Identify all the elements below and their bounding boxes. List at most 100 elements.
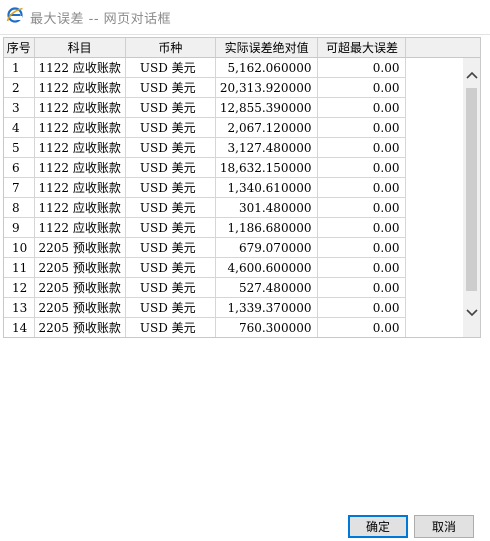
cancel-button[interactable]: 取消 bbox=[414, 515, 474, 538]
error-table: 序号 科目 币种 实际误差绝对值 可超最大误差 1 1122 应收账款 USD 美元… bbox=[4, 38, 407, 337]
cell-currency[interactable]: USD 美元 bbox=[125, 297, 216, 318]
cell-currency[interactable]: USD 美元 bbox=[125, 157, 216, 178]
table-row[interactable]: 9 1122 应收账款 USD 美元 1,186.680000 0.00 bbox=[4, 217, 407, 238]
table-row[interactable]: 6 1122 应收账款 USD 美元 18,632.150000 0.00 bbox=[4, 157, 407, 178]
cell-max-error[interactable]: 0.00 bbox=[317, 137, 407, 158]
window-title: 最大误差 -- 网页对话框 bbox=[30, 12, 172, 27]
cell-actual-error[interactable]: 18,632.150000 bbox=[215, 157, 319, 178]
cell-no[interactable]: 9 bbox=[4, 217, 35, 238]
cell-no[interactable]: 8 bbox=[4, 197, 35, 218]
cell-currency[interactable]: USD 美元 bbox=[125, 57, 216, 78]
cell-no[interactable]: 10 bbox=[4, 237, 35, 258]
cell-currency[interactable]: USD 美元 bbox=[125, 137, 216, 158]
cell-actual-error[interactable]: 1,186.680000 bbox=[215, 217, 319, 238]
cell-subject[interactable]: 1122 应收账款 bbox=[34, 97, 126, 118]
cell-actual-error[interactable]: 760.300000 bbox=[215, 317, 319, 337]
table-row[interactable]: 12 2205 预收账款 USD 美元 527.480000 0.00 bbox=[4, 277, 407, 298]
scroll-thumb[interactable] bbox=[466, 88, 477, 291]
cell-actual-error[interactable]: 2,067.120000 bbox=[215, 117, 319, 138]
cell-subject[interactable]: 2205 预收账款 bbox=[34, 277, 126, 298]
cell-currency[interactable]: USD 美元 bbox=[125, 277, 216, 298]
cell-currency[interactable]: USD 美元 bbox=[125, 77, 216, 98]
col-header-subject[interactable]: 科目 bbox=[34, 38, 126, 58]
cell-actual-error[interactable]: 1,339.370000 bbox=[215, 297, 319, 318]
cell-no[interactable]: 5 bbox=[4, 137, 35, 158]
vertical-scrollbar[interactable] bbox=[463, 58, 480, 337]
table-row[interactable]: 5 1122 应收账款 USD 美元 3,127.480000 0.00 bbox=[4, 137, 407, 158]
cell-actual-error[interactable]: 20,313.920000 bbox=[215, 77, 319, 98]
cell-max-error[interactable]: 0.00 bbox=[317, 317, 407, 337]
cell-currency[interactable]: USD 美元 bbox=[125, 237, 216, 258]
scroll-up-button[interactable] bbox=[463, 66, 480, 83]
cell-currency[interactable]: USD 美元 bbox=[125, 177, 216, 198]
cell-actual-error[interactable]: 527.480000 bbox=[215, 277, 319, 298]
cell-no[interactable]: 13 bbox=[4, 297, 35, 318]
cell-subject[interactable]: 2205 预收账款 bbox=[34, 257, 126, 278]
cell-no[interactable]: 11 bbox=[4, 257, 35, 278]
cell-no[interactable]: 2 bbox=[4, 77, 35, 98]
table-row[interactable]: 1 1122 应收账款 USD 美元 5,162.060000 0.00 bbox=[4, 57, 407, 78]
table-row[interactable]: 2 1122 应收账款 USD 美元 20,313.920000 0.00 bbox=[4, 77, 407, 98]
cell-actual-error[interactable]: 3,127.480000 bbox=[215, 137, 319, 158]
cell-actual-error[interactable]: 1,340.610000 bbox=[215, 177, 319, 198]
chevron-down-icon bbox=[465, 308, 478, 316]
cell-actual-error[interactable]: 679.070000 bbox=[215, 237, 319, 258]
table-row[interactable]: 10 2205 预收账款 USD 美元 679.070000 0.00 bbox=[4, 237, 407, 258]
cell-subject[interactable]: 1122 应收账款 bbox=[34, 117, 126, 138]
table-row[interactable]: 4 1122 应收账款 USD 美元 2,067.120000 0.00 bbox=[4, 117, 407, 138]
cell-max-error[interactable]: 0.00 bbox=[317, 117, 407, 138]
cell-actual-error[interactable]: 12,855.390000 bbox=[215, 97, 319, 118]
table-row[interactable]: 3 1122 应收账款 USD 美元 12,855.390000 0.00 bbox=[4, 97, 407, 118]
col-header-actual-error[interactable]: 实际误差绝对值 bbox=[215, 38, 319, 58]
cell-subject[interactable]: 1122 应收账款 bbox=[34, 197, 126, 218]
cell-currency[interactable]: USD 美元 bbox=[125, 317, 216, 337]
cell-max-error[interactable]: 0.00 bbox=[317, 177, 407, 198]
col-header-no[interactable]: 序号 bbox=[4, 38, 35, 58]
ie-icon bbox=[6, 7, 23, 23]
cell-subject[interactable]: 2205 预收账款 bbox=[34, 237, 126, 258]
cell-currency[interactable]: USD 美元 bbox=[125, 217, 216, 238]
scroll-down-button[interactable] bbox=[463, 304, 480, 321]
cell-max-error[interactable]: 0.00 bbox=[317, 237, 407, 258]
cell-no[interactable]: 12 bbox=[4, 277, 35, 298]
cell-max-error[interactable]: 0.00 bbox=[317, 197, 407, 218]
cell-no[interactable]: 6 bbox=[4, 157, 35, 178]
cell-subject[interactable]: 1122 应收账款 bbox=[34, 177, 126, 198]
cell-max-error[interactable]: 0.00 bbox=[317, 277, 407, 298]
cell-subject[interactable]: 2205 预收账款 bbox=[34, 297, 126, 318]
cell-max-error[interactable]: 0.00 bbox=[317, 157, 407, 178]
cell-currency[interactable]: USD 美元 bbox=[125, 117, 216, 138]
cell-currency[interactable]: USD 美元 bbox=[125, 197, 216, 218]
cell-actual-error[interactable]: 301.480000 bbox=[215, 197, 319, 218]
col-header-max-error[interactable]: 可超最大误差 bbox=[317, 38, 407, 58]
table-row[interactable]: 14 2205 预收账款 USD 美元 760.300000 0.00 bbox=[4, 317, 407, 337]
cell-no[interactable]: 1 bbox=[4, 57, 35, 78]
cell-max-error[interactable]: 0.00 bbox=[317, 297, 407, 318]
cell-max-error[interactable]: 0.00 bbox=[317, 257, 407, 278]
cell-subject[interactable]: 1122 应收账款 bbox=[34, 217, 126, 238]
cell-max-error[interactable]: 0.00 bbox=[317, 217, 407, 238]
col-header-currency[interactable]: 币种 bbox=[125, 38, 216, 58]
cell-max-error[interactable]: 0.00 bbox=[317, 57, 407, 78]
cell-subject[interactable]: 2205 预收账款 bbox=[34, 317, 126, 337]
cell-max-error[interactable]: 0.00 bbox=[317, 77, 407, 98]
cell-no[interactable]: 7 bbox=[4, 177, 35, 198]
cell-subject[interactable]: 1122 应收账款 bbox=[34, 57, 126, 78]
cell-actual-error[interactable]: 5,162.060000 bbox=[215, 57, 319, 78]
cell-currency[interactable]: USD 美元 bbox=[125, 257, 216, 278]
cell-max-error[interactable]: 0.00 bbox=[317, 97, 407, 118]
cell-actual-error[interactable]: 4,600.600000 bbox=[215, 257, 319, 278]
table-row[interactable]: 13 2205 预收账款 USD 美元 1,339.370000 0.00 bbox=[4, 297, 407, 318]
cell-no[interactable]: 4 bbox=[4, 117, 35, 138]
cell-no[interactable]: 14 bbox=[4, 317, 35, 337]
cell-subject[interactable]: 1122 应收账款 bbox=[34, 157, 126, 178]
table-row[interactable]: 8 1122 应收账款 USD 美元 301.480000 0.00 bbox=[4, 197, 407, 218]
table-row[interactable]: 11 2205 预收账款 USD 美元 4,600.600000 0.00 bbox=[4, 257, 407, 278]
cell-no[interactable]: 3 bbox=[4, 97, 35, 118]
table-row[interactable]: 7 1122 应收账款 USD 美元 1,340.610000 0.00 bbox=[4, 177, 407, 198]
cell-subject[interactable]: 1122 应收账款 bbox=[34, 137, 126, 158]
cell-subject[interactable]: 1122 应收账款 bbox=[34, 77, 126, 98]
ok-button[interactable]: 确定 bbox=[348, 515, 408, 538]
chevron-up-icon bbox=[465, 71, 478, 79]
cell-currency[interactable]: USD 美元 bbox=[125, 97, 216, 118]
